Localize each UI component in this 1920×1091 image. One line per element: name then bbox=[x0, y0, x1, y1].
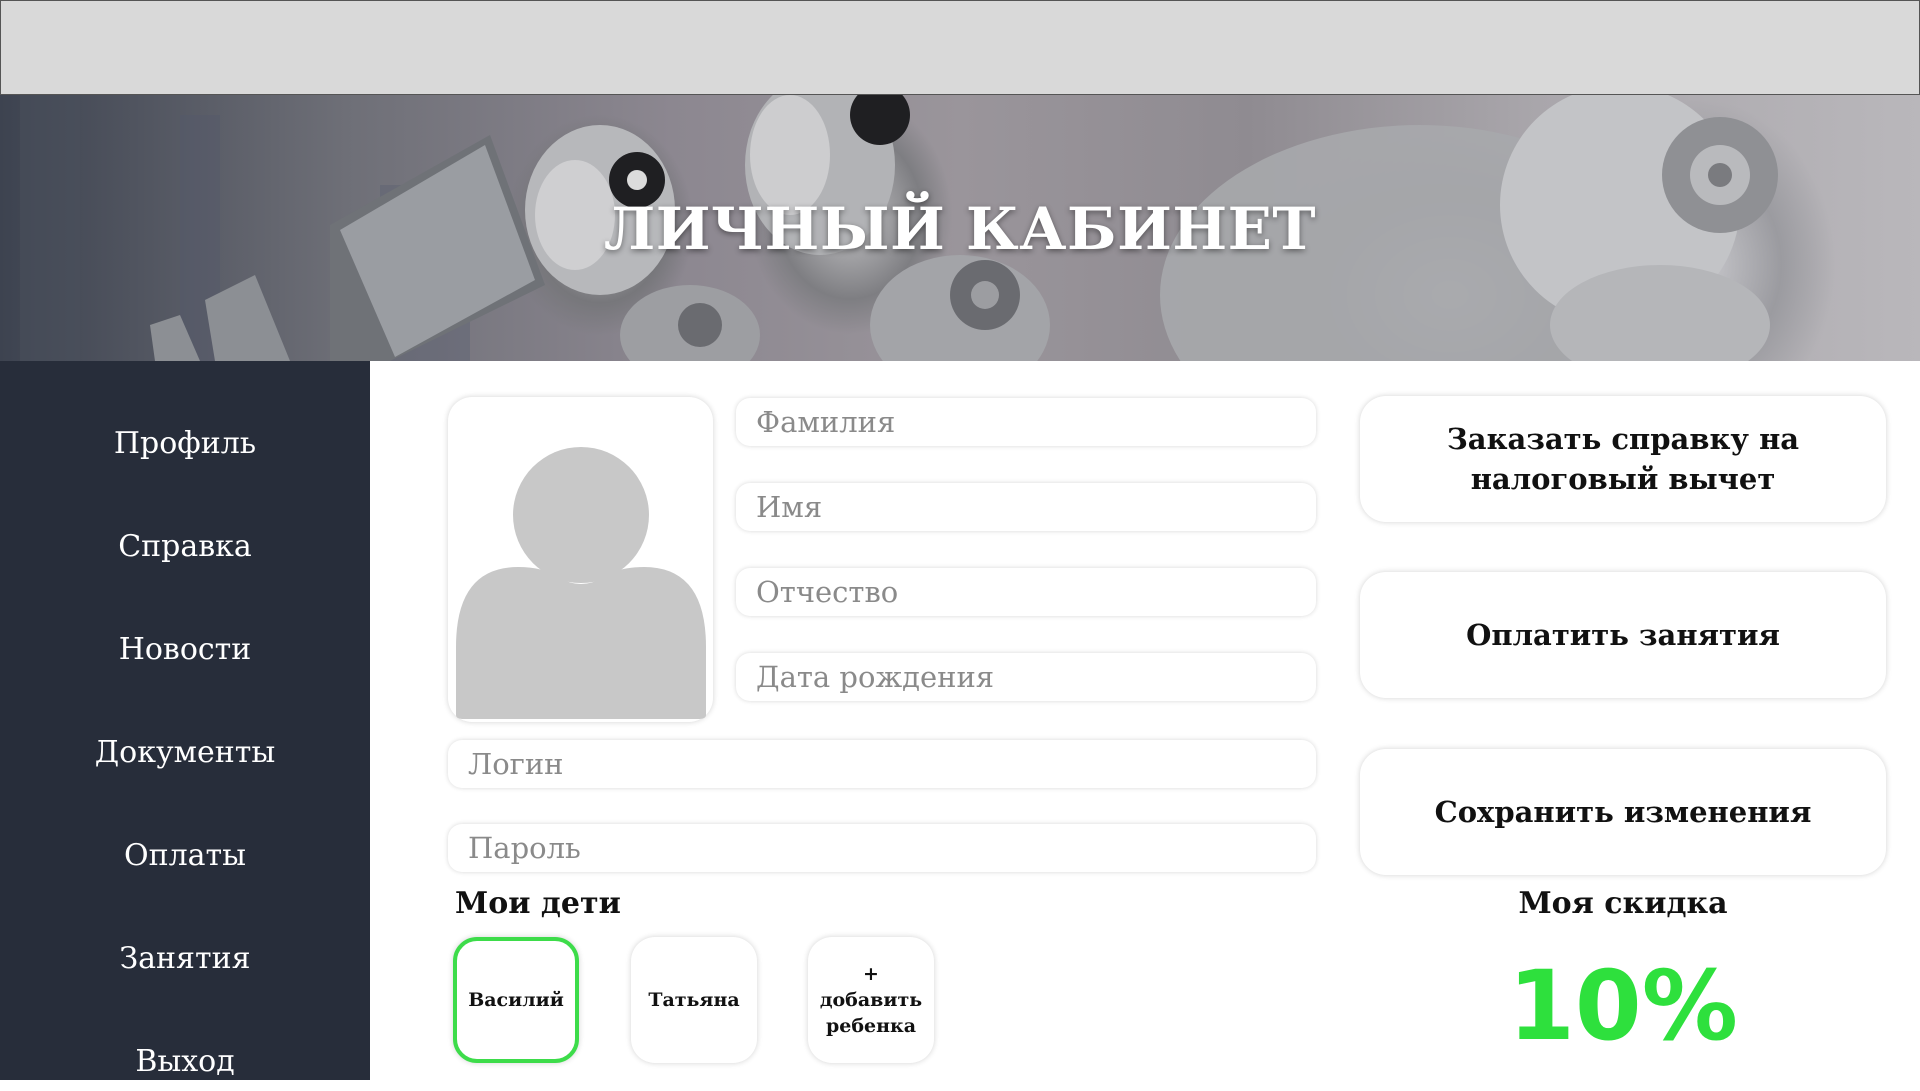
page-title: ЛИЧНЫЙ КАБИНЕТ bbox=[603, 195, 1317, 263]
birth-date-field[interactable]: Дата рождения bbox=[736, 653, 1316, 701]
discount-value: 10% bbox=[1508, 950, 1738, 1062]
child-card-vasiliy[interactable]: Василий bbox=[453, 937, 579, 1063]
save-changes-button[interactable]: Сохранить изменения bbox=[1360, 749, 1886, 875]
sidebar-item-help[interactable]: Справка bbox=[0, 516, 370, 576]
middle-name-field[interactable]: Отчество bbox=[736, 568, 1316, 616]
user-silhouette-icon bbox=[456, 447, 706, 719]
first-name-field[interactable]: Имя bbox=[736, 483, 1316, 531]
avatar-upload[interactable] bbox=[448, 397, 713, 722]
last-name-field[interactable]: Фамилия bbox=[736, 398, 1316, 446]
sidebar-item-news[interactable]: Новости bbox=[0, 619, 370, 679]
child-name: Василий bbox=[468, 989, 564, 1011]
add-child-button[interactable]: + добавить ребенка bbox=[808, 937, 934, 1063]
children-title: Мои дети bbox=[455, 886, 621, 921]
pay-lessons-button[interactable]: Оплатить занятия bbox=[1360, 572, 1886, 698]
add-child-label: добавить ребенка bbox=[819, 989, 923, 1037]
sidebar-item-payments[interactable]: Оплаты bbox=[0, 825, 370, 885]
login-field[interactable]: Логин bbox=[448, 740, 1316, 788]
order-tax-certificate-button[interactable]: Заказать справку на налоговый вычет bbox=[1360, 396, 1886, 522]
discount-title: Моя скидка bbox=[1518, 886, 1728, 921]
sidebar: Профиль Справка Новости Документы Оплаты… bbox=[0, 361, 370, 1080]
sidebar-item-profile[interactable]: Профиль bbox=[0, 413, 370, 473]
top-bar bbox=[0, 0, 1920, 95]
sidebar-item-logout[interactable]: Выход bbox=[0, 1031, 370, 1091]
hero-banner: ЛИЧНЫЙ КАБИНЕТ bbox=[0, 95, 1920, 361]
plus-icon: + bbox=[863, 963, 879, 985]
sidebar-item-lessons[interactable]: Занятия bbox=[0, 928, 370, 988]
password-field[interactable]: Пароль bbox=[448, 824, 1316, 872]
sidebar-item-documents[interactable]: Документы bbox=[0, 722, 370, 782]
child-name: Татьяна bbox=[648, 989, 740, 1011]
child-card-tatyana[interactable]: Татьяна bbox=[631, 937, 757, 1063]
